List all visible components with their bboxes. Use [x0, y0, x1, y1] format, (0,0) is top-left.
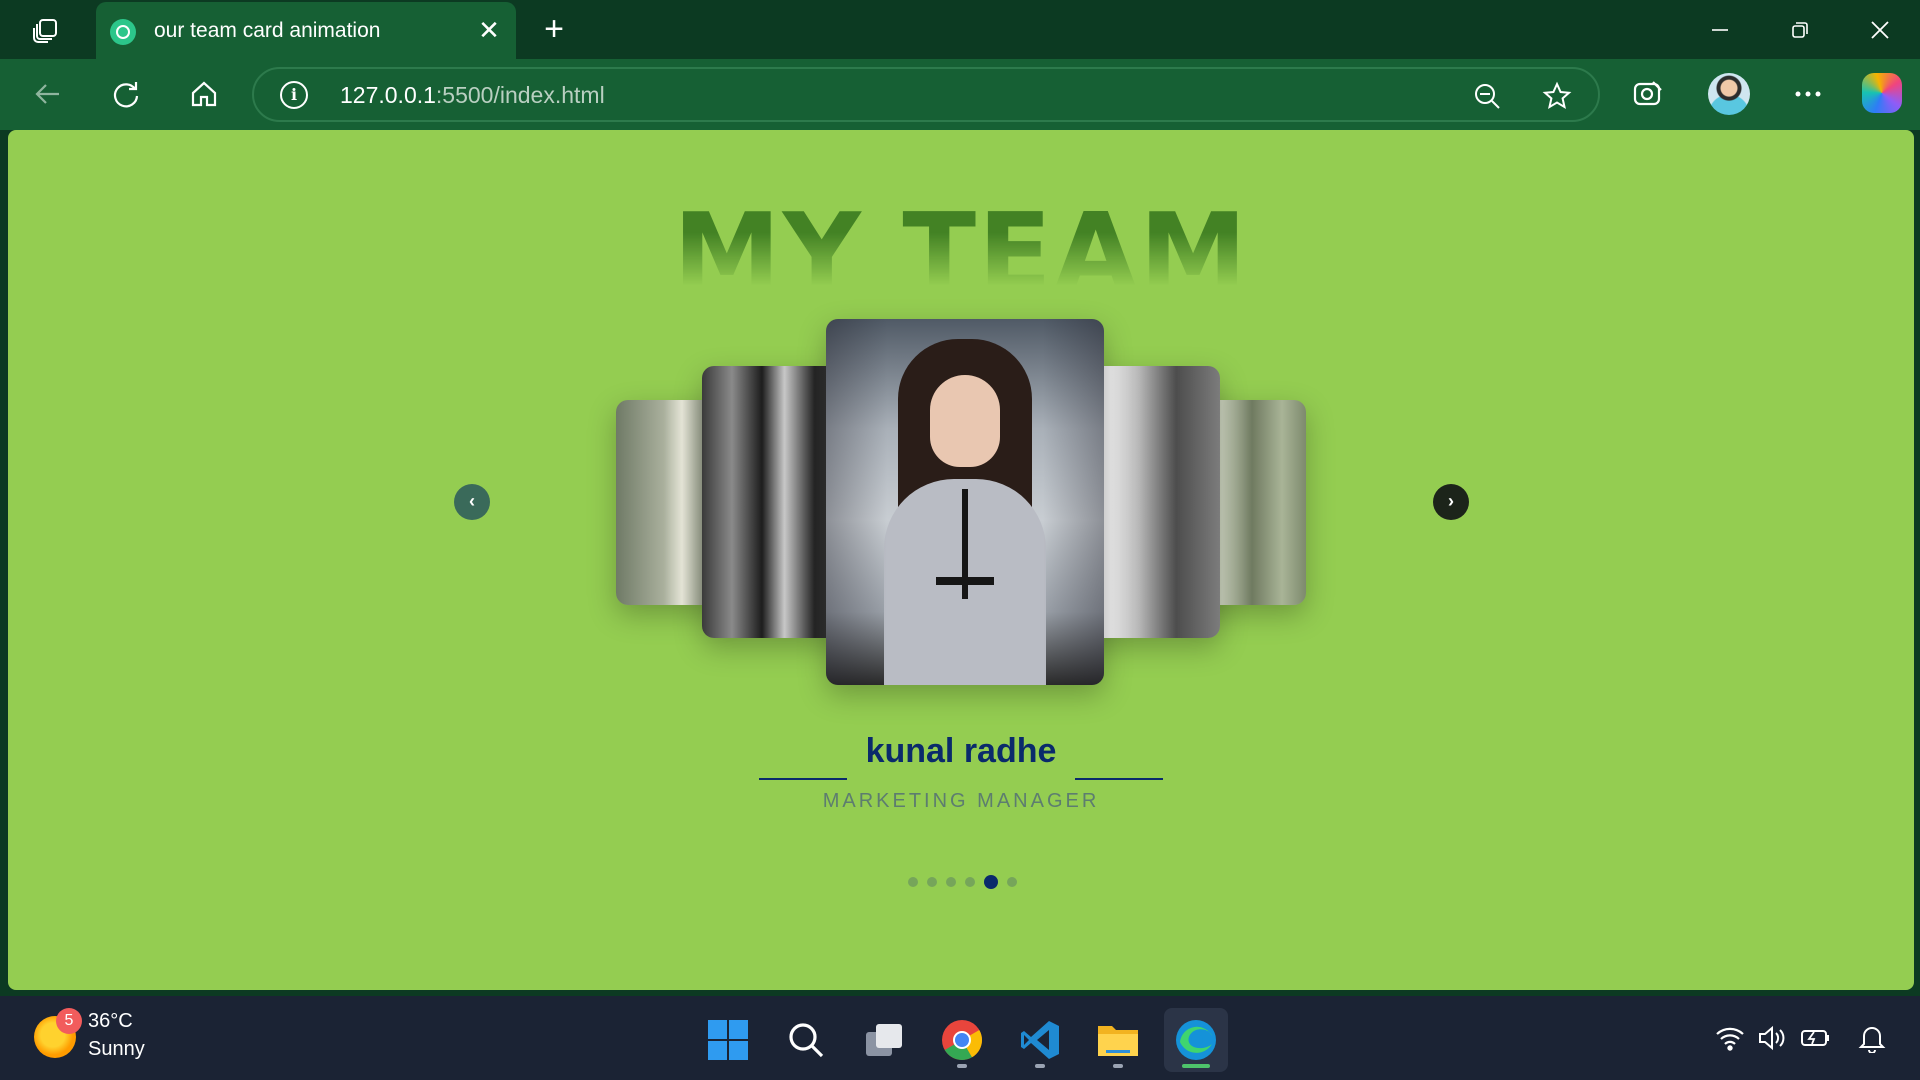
profile-avatar[interactable] — [1708, 73, 1750, 115]
windows-start-icon[interactable] — [696, 1008, 760, 1072]
copilot-icon[interactable] — [1862, 73, 1902, 113]
member-role: MARKETING MANAGER — [822, 790, 1100, 812]
explorer-running-indicator — [1113, 1064, 1123, 1068]
browser-toolbar: i 127.0.0.1:5500/index.html — [0, 59, 1920, 130]
refresh-icon[interactable] — [104, 74, 148, 114]
address-host: 127.0.0.1 — [340, 82, 436, 108]
zoom-out-icon[interactable] — [1470, 79, 1504, 113]
browser-titlebar: our team card animation ✕ + — [0, 0, 1920, 59]
carousel-pagination — [908, 874, 1017, 890]
chrome-icon[interactable] — [930, 1008, 994, 1072]
address-url[interactable]: 127.0.0.1:5500/index.html — [340, 82, 605, 109]
restore-window-button[interactable] — [1772, 8, 1828, 52]
close-window-button[interactable] — [1852, 8, 1908, 52]
tab-close-button[interactable]: ✕ — [476, 17, 502, 43]
back-icon[interactable] — [26, 74, 70, 114]
workspaces-icon[interactable] — [24, 12, 68, 48]
photo-shading — [826, 319, 1104, 685]
team-card-active[interactable] — [826, 319, 1104, 685]
name-underline-right — [1075, 778, 1163, 780]
edge-icon[interactable] — [1164, 1008, 1228, 1072]
new-tab-button[interactable]: + — [536, 12, 572, 48]
page-title: MY TEAM — [673, 194, 1249, 290]
carousel-next-button[interactable]: › — [1433, 484, 1469, 520]
wifi-icon[interactable] — [1714, 1022, 1746, 1054]
info-icon[interactable]: i — [280, 81, 308, 109]
pagination-dot[interactable] — [1007, 877, 1017, 887]
tab-favicon-icon — [110, 19, 136, 45]
tab-title: our team card animation — [154, 19, 381, 42]
weather-temperature[interactable]: 36°C — [88, 1010, 133, 1033]
edge-active-indicator — [1182, 1064, 1210, 1068]
chrome-running-indicator — [957, 1064, 967, 1068]
vscode-icon[interactable] — [1008, 1008, 1072, 1072]
volume-icon[interactable] — [1756, 1022, 1788, 1054]
task-view-icon[interactable] — [852, 1008, 916, 1072]
pagination-dot[interactable] — [946, 877, 956, 887]
battery-icon[interactable] — [1800, 1022, 1832, 1054]
more-icon[interactable] — [1786, 74, 1830, 114]
pagination-dot[interactable] — [965, 877, 975, 887]
pagination-dot[interactable] — [927, 877, 937, 887]
favorite-star-icon[interactable] — [1540, 79, 1574, 113]
file-explorer-icon[interactable] — [1086, 1008, 1150, 1072]
weather-condition[interactable]: Sunny — [88, 1038, 145, 1061]
home-icon[interactable] — [182, 74, 226, 114]
minimize-window-button[interactable] — [1692, 8, 1748, 52]
search-icon[interactable] — [774, 1008, 838, 1072]
weather-badge: 5 — [56, 1008, 82, 1034]
member-name: kunal radhe — [865, 732, 1057, 770]
name-underline-left — [759, 778, 847, 780]
vscode-running-indicator — [1035, 1064, 1045, 1068]
browser-tab-active[interactable]: our team card animation ✕ — [96, 2, 516, 59]
screenshot-icon[interactable] — [1626, 74, 1670, 114]
notification-bell-icon[interactable] — [1856, 1022, 1888, 1054]
pagination-dot-active[interactable] — [984, 875, 998, 889]
windows-taskbar: 5 36°C Sunny — [0, 996, 1920, 1080]
address-bar[interactable]: i 127.0.0.1:5500/index.html — [252, 67, 1600, 122]
address-path: :5500/index.html — [435, 82, 605, 108]
carousel-prev-button[interactable]: ‹ — [454, 484, 490, 520]
pagination-dot[interactable] — [908, 877, 918, 887]
page-viewport: MY TEAM ‹ › kunal radhe MARKETING MANAGE… — [8, 130, 1914, 990]
